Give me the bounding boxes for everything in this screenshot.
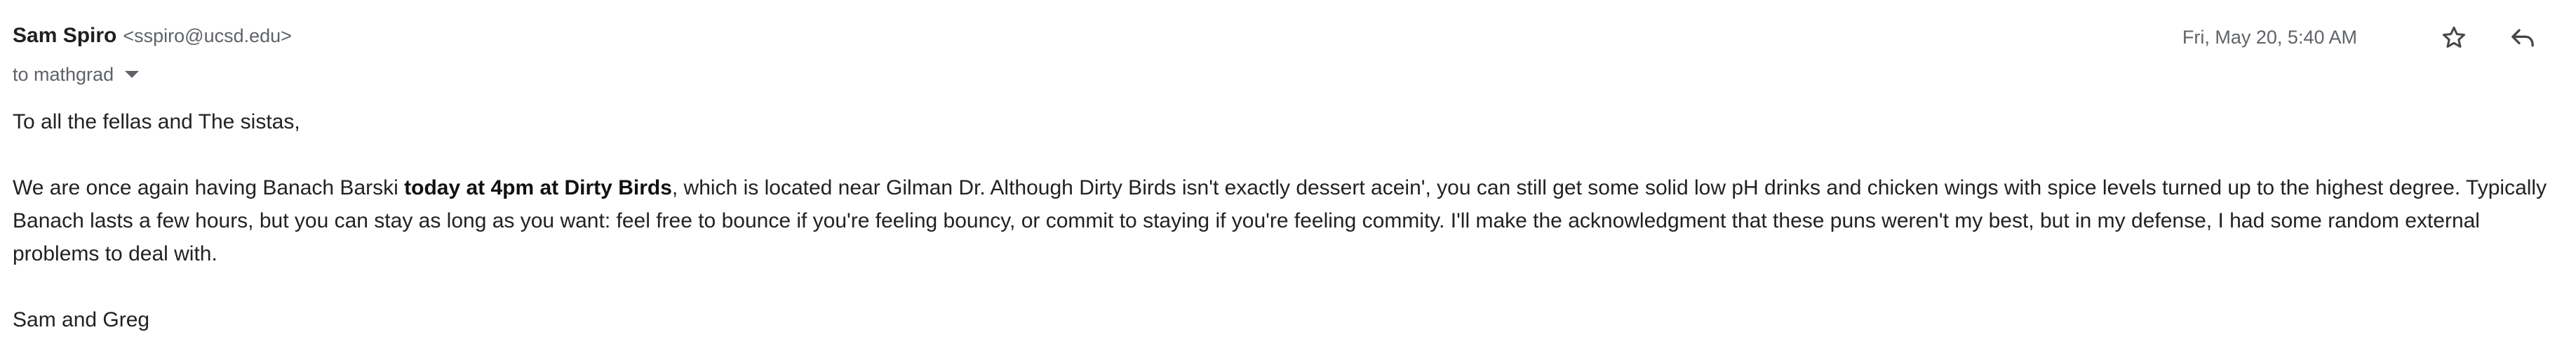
more-options-button[interactable] (2565, 20, 2576, 56)
reply-icon (2509, 24, 2537, 52)
body-greeting: To all the fellas and The sistas, (13, 110, 300, 133)
body-paragraph: We are once again having Banach Barski t… (13, 171, 2566, 270)
sender-email: <sspiro@ucsd.edu> (123, 25, 292, 46)
chevron-down-icon[interactable] (125, 71, 140, 78)
star-icon (2440, 24, 2468, 52)
recipient-details-toggle[interactable]: to mathgrad (13, 62, 140, 87)
reply-button[interactable] (2504, 20, 2541, 56)
more-vert-icon (2569, 24, 2576, 52)
star-button[interactable] (2436, 20, 2472, 56)
email-message: Sam Spiro <sspiro@ucsd.edu> to mathgrad … (13, 0, 2576, 337)
message-body: To all the fellas and The sistas, We are… (13, 105, 2566, 336)
sender-name[interactable]: Sam Spiro (13, 24, 116, 48)
body-text-lead: We are once again having Banach Barski (13, 176, 405, 199)
body-signature: Sam and Greg (13, 308, 150, 331)
message-date: Fri, May 20, 5:40 AM (2182, 27, 2357, 48)
sender-header: Sam Spiro <sspiro@ucsd.edu> (13, 24, 292, 55)
recipient-label: to mathgrad (13, 63, 114, 85)
event-details-bold: today at 4pm at Dirty Birds (404, 176, 672, 199)
